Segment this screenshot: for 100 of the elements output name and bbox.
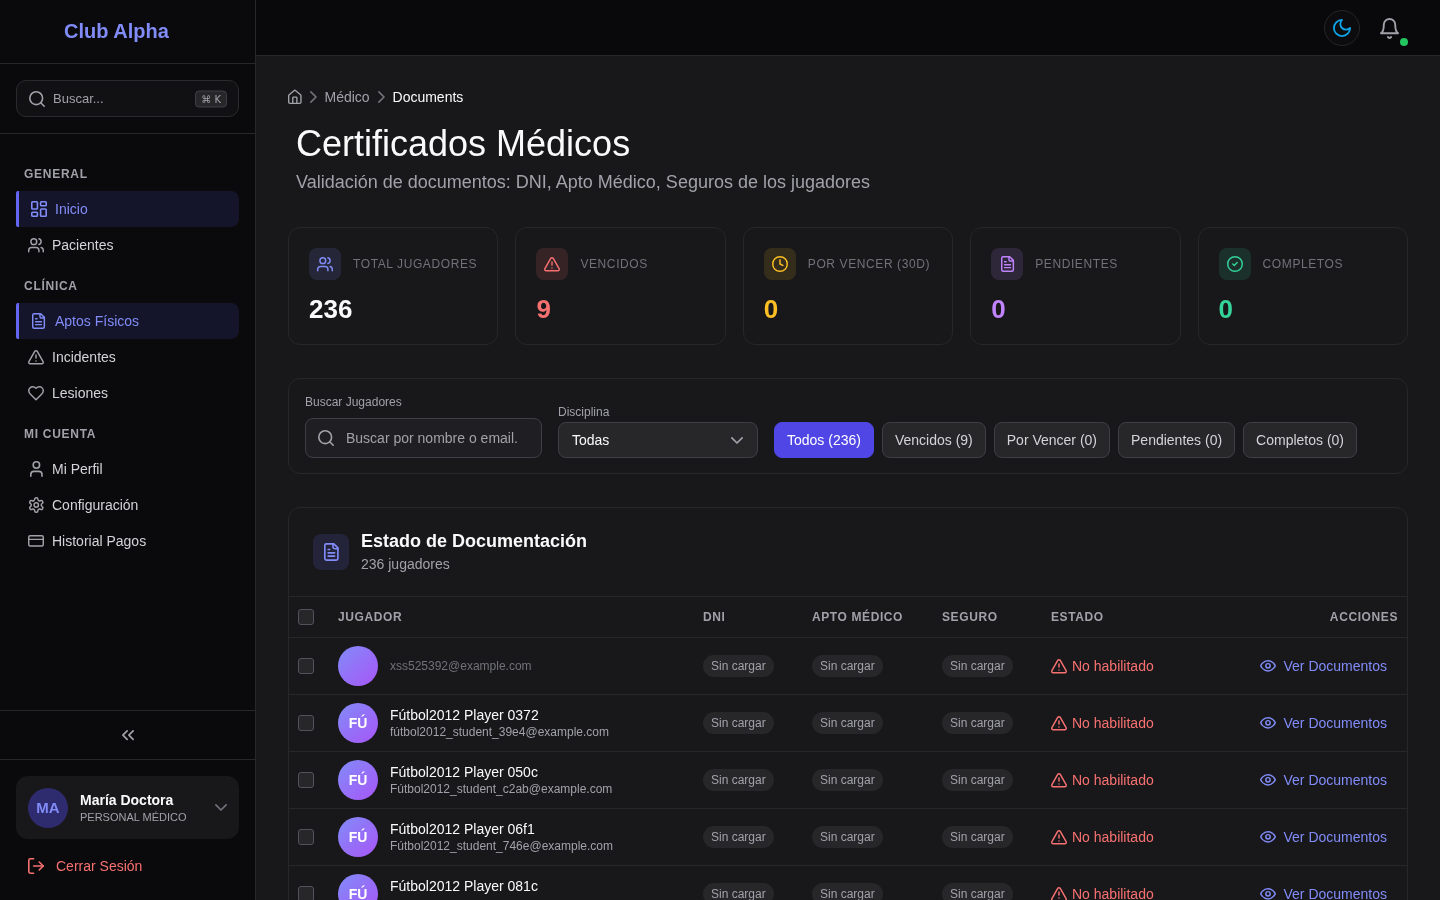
chevron-down-icon [215,804,227,811]
view-documents-button[interactable]: Ver Documentos [1248,880,1398,900]
column-header: DNI [703,610,727,624]
user-role: PERSONAL MÉDICO [80,810,187,824]
nav-section-title: MI CUENTA [23,426,98,442]
status-text: No habilitado [1072,829,1154,845]
credit-card-icon [28,535,44,547]
eye-icon [1259,717,1276,729]
nav-item[interactable]: Aptos Físicos [16,303,239,339]
page-subtitle: Validación de documentos: DNI, Apto Médico, Seguros de los jugadores [296,171,871,194]
nav-item[interactable]: Configuración [16,487,239,523]
player-name: Fútbol2012 Player 081c [390,877,538,895]
heart-icon [28,385,44,401]
document-icon [313,534,349,570]
player-name: Fútbol2012 Player 050c [390,763,539,781]
chevron-down-icon [731,436,743,444]
column-header: SEGURO [942,610,999,624]
stat-value: 0 [763,294,780,324]
nav-item[interactable]: Pacientes [16,227,239,263]
document-status-tag: Sin cargar [942,883,1013,900]
document-status-tag: Sin cargar [942,655,1013,677]
checkbox[interactable] [298,829,314,845]
nav-item[interactable]: Inicio [16,191,239,227]
stat-label: POR VENCER (30D) [807,257,931,271]
nav-item[interactable]: Historial Pagos [16,523,239,559]
player-email: xss525392@example.com [390,658,532,674]
eye-icon [1259,888,1276,900]
document-status-tag: Sin cargar [942,826,1013,848]
stat-label: TOTAL JUGADORES [353,257,478,271]
nav-item[interactable]: Incidentes [16,339,239,375]
player-email: Fútbol2012_student_746e@example.com [390,838,613,854]
discipline-select[interactable]: Todas [558,422,758,458]
checkbox[interactable] [298,609,314,625]
chevron-right-icon [309,91,317,103]
stat-value: 9 [536,294,552,324]
user-avatar: MA [28,787,68,828]
document-status-tag: Sin cargar [812,712,883,734]
player-avatar: FÚ [338,760,378,800]
bell-icon [1380,17,1400,38]
status-filter-button[interactable]: Completos (0) [1243,422,1357,458]
warning-icon [1051,715,1067,731]
stat-label: PENDIENTES [1035,257,1118,271]
document-status-tag: Sin cargar [812,655,883,677]
status-filter-button[interactable]: Pendientes (0) [1118,422,1236,458]
status-text: No habilitado [1072,658,1154,674]
nav-item[interactable]: Mi Perfil [16,451,239,487]
grid-icon [31,201,47,217]
view-documents-button[interactable]: Ver Documentos [1248,823,1398,851]
nav-section-title: CLÍNICA [23,278,79,294]
player-email: fútbol2012_student_39e4@example.com [390,724,609,740]
field-label: Disciplina [558,404,611,420]
logout-button[interactable]: Cerrar Sesión [16,848,239,884]
shortcut-hint: ⌘ K [195,90,227,107]
breadcrumb-link[interactable]: Médico [324,87,370,107]
app-title: Club Alpha [64,20,169,43]
warning-icon [1051,772,1067,788]
chevrons-left-icon [121,729,134,741]
eye-icon [1259,660,1276,672]
view-documents-button[interactable]: Ver Documentos [1248,709,1398,737]
document-status-tag: Sin cargar [942,769,1013,791]
checkbox[interactable] [298,658,314,674]
player-avatar: FÚ [338,817,378,857]
field-label: Buscar Jugadores [305,394,403,410]
player-name: Fútbol2012 Player 06f1 [390,820,536,838]
document-status-tag: Sin cargar [703,769,774,791]
eye-icon [1259,774,1276,786]
page-title: Certificados Médicos [296,122,632,166]
column-header: APTO MÉDICO [812,610,905,624]
player-search-field[interactable]: Buscar por nombre o email. [305,418,542,458]
status-filter-button[interactable]: Por Vencer (0) [993,422,1111,458]
theme-toggle-button[interactable] [1324,9,1360,46]
home-icon[interactable] [288,90,302,104]
checkbox[interactable] [298,715,314,731]
user-card[interactable]: MA María Doctora PERSONAL MÉDICO [16,776,239,839]
status-filter-button[interactable]: Vencidos (9) [881,422,986,458]
status-text: No habilitado [1072,715,1154,731]
document-status-tag: Sin cargar [703,655,774,677]
player-email: Fútbol2012_student_c2ab@example.com [390,781,613,797]
document-status-tag: Sin cargar [703,712,774,734]
stat-label: COMPLETOS [1262,257,1344,271]
status-text: No habilitado [1072,886,1154,900]
view-documents-button[interactable]: Ver Documentos [1248,766,1398,794]
chevron-right-icon [377,91,385,103]
user-icon [29,461,43,477]
settings-icon [28,497,44,513]
section-subtitle: 236 jugadores [361,555,451,574]
warning-icon [28,349,44,365]
nav-item[interactable]: Lesiones [16,375,239,411]
breadcrumb-current: Documents [392,88,464,107]
status-filter-button[interactable]: Todos (236) [774,422,874,458]
document-status-tag: Sin cargar [703,883,774,900]
stat-value: 0 [1218,294,1235,324]
checkbox[interactable] [298,772,314,788]
logout-icon [28,858,44,874]
checkbox[interactable] [298,886,314,900]
document-icon [32,313,46,329]
warning-icon [1051,658,1067,674]
user-name: María Doctora [80,791,175,809]
eye-icon [1259,831,1276,843]
view-documents-button[interactable]: Ver Documentos [1248,652,1398,680]
